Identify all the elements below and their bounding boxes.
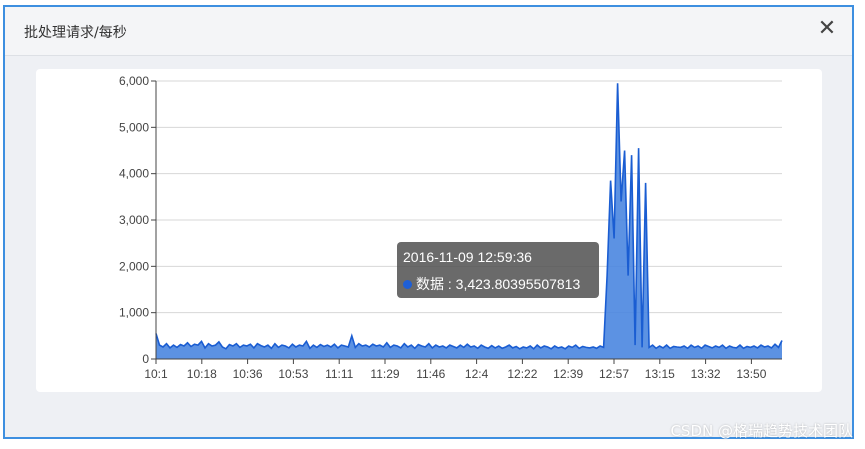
x-tick-label: 10:36 [233,367,263,381]
y-tick-label: 5,000 [119,120,149,134]
tooltip-value: 3,423.80395507813 [455,276,581,292]
x-tick-label: 13:15 [645,367,675,381]
x-tick-label: 11:11 [325,367,354,381]
series-line [155,83,783,350]
x-tick-label: 10:18 [187,367,217,381]
chart[interactable]: 01,0002,0003,0004,0005,0006,000 10:1 10:1… [36,69,822,392]
dialog: 批处理请求/每秒 ✕ 0 1,000 2,000 3,000 4,000 5,000 6,0… [3,5,854,439]
y-tick-label: 6,000 [119,74,149,88]
x-axis-ticks: 10:1 10:18 10:36 10:53 11:11 11:29 11:46 12:4 12… [144,359,767,381]
x-tick-label: 12:39 [553,367,583,381]
tooltip-series-label: 数据 [416,276,444,292]
x-tick-label: 10:1 [144,367,168,381]
x-tick-label: 12:4 [465,367,489,381]
y-axis-ticks: 0 1,000 2,000 3,000 4,000 5,000 6,000 [119,74,156,366]
x-tick-label: 12:57 [599,367,629,381]
x-tick-label: 12:22 [507,367,537,381]
dialog-title: 批处理请求/每秒 [24,25,127,41]
tooltip-series-dot [403,280,412,289]
y-tick-label: 3,000 [119,213,149,227]
chart-panel: 0 1,000 2,000 3,000 4,000 5,000 6,000 10:1 10:1… [36,69,822,392]
x-tick-label: 13:50 [736,367,766,381]
series-area [155,83,783,360]
watermark: CSDN @格瑞趋势技术团队 [670,422,853,440]
close-icon[interactable]: ✕ [814,16,840,42]
y-tick-label: 1,000 [119,306,149,320]
dialog-header: 批处理请求/每秒 ✕ [5,7,852,56]
x-tick-label: 13:32 [691,367,721,381]
y-tick-label: 0 [142,352,149,366]
x-tick-label: 10:53 [278,367,308,381]
tooltip-row: 数据 : 3,423.80395507813 [403,274,580,294]
x-tick-label: 11:29 [370,367,399,381]
y-tick-label: 4,000 [119,167,149,181]
series-area-fill [156,83,782,360]
y-tick-label: 2,000 [119,259,149,273]
tooltip-separator: : [444,276,456,292]
chart-tooltip: 2016-11-09 12:59:36 数据 : 3,423.803955078… [397,242,599,298]
x-tick-label: 11:46 [416,367,445,381]
tooltip-time: 2016-11-09 12:59:36 [403,249,532,265]
